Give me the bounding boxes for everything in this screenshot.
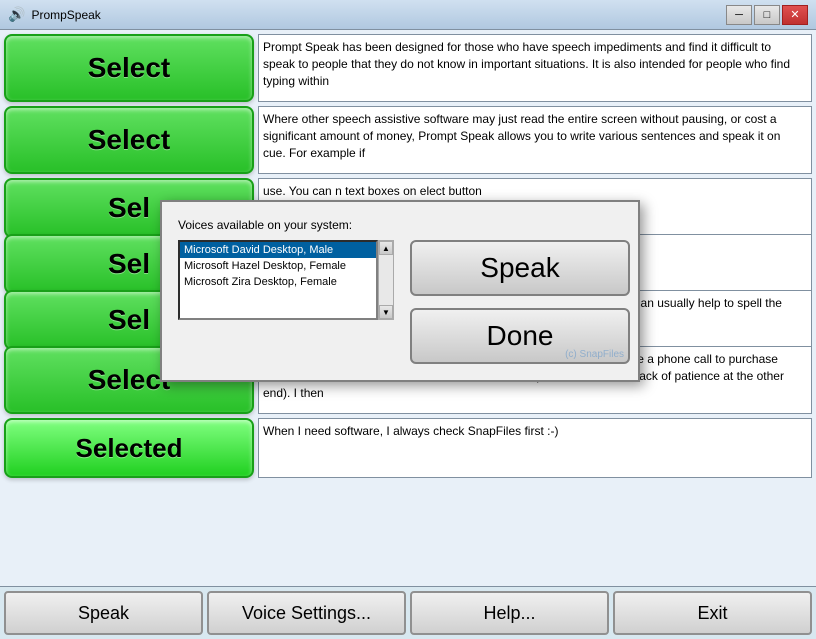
voice-list-wrapper: Microsoft David Desktop, MaleMicrosoft H… xyxy=(178,240,394,320)
restore-button[interactable]: □ xyxy=(754,5,780,25)
modal-title: Voices available on your system: xyxy=(178,218,622,232)
app-icon: 🔊 xyxy=(8,6,25,23)
modal-speak-button[interactable]: Speak xyxy=(410,240,630,296)
voice-scroll-up[interactable]: ▲ xyxy=(379,241,393,255)
close-button[interactable]: ✕ xyxy=(782,5,808,25)
minimize-button[interactable]: ─ xyxy=(726,5,752,25)
main-content: SelectSelectSelSelSelSelectSelected Spea… xyxy=(0,30,816,639)
title-bar-controls: ─ □ ✕ xyxy=(726,5,808,25)
voice-item-v1[interactable]: Microsoft David Desktop, Male xyxy=(180,242,376,258)
title-bar-left: 🔊 PrompSpeak xyxy=(8,6,101,23)
modal-done-button[interactable]: Done (c) SnapFiles xyxy=(410,308,630,364)
voice-scroll-down[interactable]: ▼ xyxy=(379,305,393,319)
modal-body: Microsoft David Desktop, MaleMicrosoft H… xyxy=(178,240,622,364)
voice-list[interactable]: Microsoft David Desktop, MaleMicrosoft H… xyxy=(178,240,378,320)
modal-dialog: Voices available on your system: Microso… xyxy=(160,200,640,382)
modal-right: Speak Done (c) SnapFiles xyxy=(410,240,630,364)
modal-overlay: Voices available on your system: Microso… xyxy=(0,30,816,639)
title-bar: 🔊 PrompSpeak ─ □ ✕ xyxy=(0,0,816,30)
voice-list-scrollbar[interactable]: ▲ ▼ xyxy=(378,240,394,320)
voice-item-v2[interactable]: Microsoft Hazel Desktop, Female xyxy=(180,258,376,274)
voice-item-v3[interactable]: Microsoft Zira Desktop, Female xyxy=(180,274,376,290)
watermark: (c) SnapFiles xyxy=(565,349,624,360)
app-title: PrompSpeak xyxy=(31,8,100,22)
